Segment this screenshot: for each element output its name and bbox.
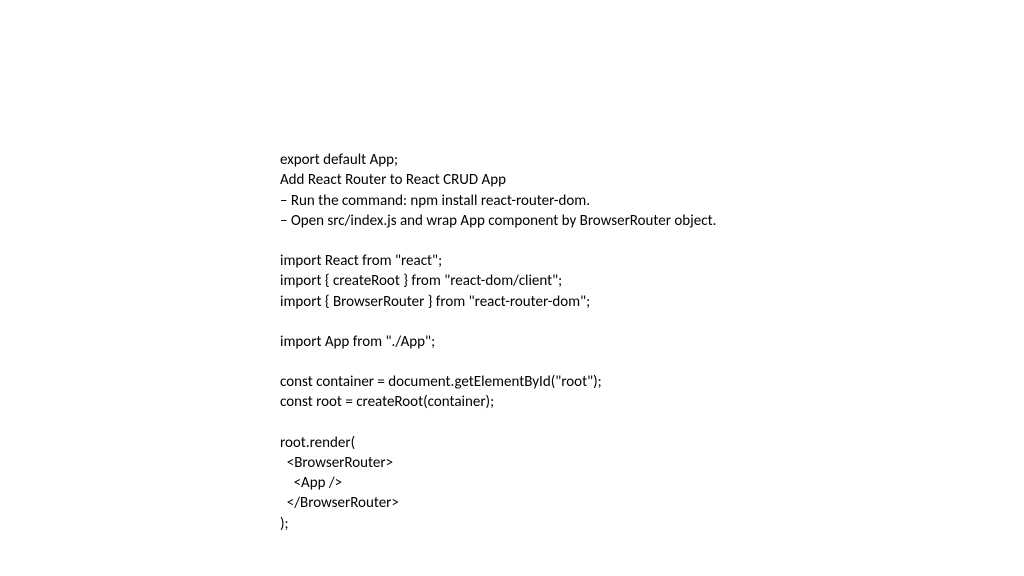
code-line: const root = createRoot(container); bbox=[280, 392, 964, 412]
blank-line bbox=[280, 352, 964, 372]
code-line: export default App; bbox=[280, 150, 964, 170]
code-line: ); bbox=[280, 514, 964, 534]
code-line: root.render( bbox=[280, 433, 964, 453]
code-line: <BrowserRouter> bbox=[280, 453, 964, 473]
code-line: – Run the command: npm install react-rou… bbox=[280, 191, 964, 211]
code-line: import React from "react"; bbox=[280, 251, 964, 271]
blank-line bbox=[280, 413, 964, 433]
blank-line bbox=[280, 312, 964, 332]
code-line: import { createRoot } from "react-dom/cl… bbox=[280, 271, 964, 291]
code-line: import { BrowserRouter } from "react-rou… bbox=[280, 292, 964, 312]
blank-line bbox=[280, 231, 964, 251]
code-line: </BrowserRouter> bbox=[280, 493, 964, 513]
code-line: Add React Router to React CRUD App bbox=[280, 170, 964, 190]
code-line: import App from "./App"; bbox=[280, 332, 964, 352]
code-line: <App /> bbox=[280, 473, 964, 493]
code-line: const container = document.getElementByI… bbox=[280, 372, 964, 392]
code-line: – Open src/index.js and wrap App compone… bbox=[280, 211, 964, 231]
document-body: export default App; Add React Router to … bbox=[0, 0, 1024, 534]
